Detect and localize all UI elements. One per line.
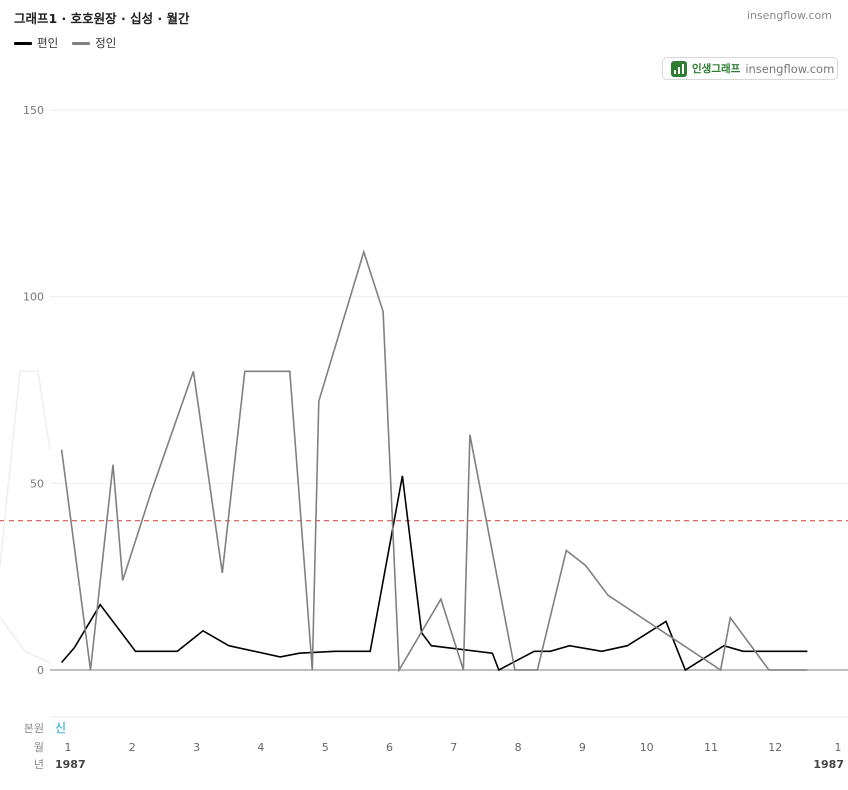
y-tick-label: 50 [30, 477, 44, 490]
axis-row-value-bonwon: 신 [55, 720, 66, 735]
x-tick-label: 1 [65, 741, 72, 754]
axis-row-label-bonwon: 본원 [24, 722, 44, 735]
x-tick-label: 11 [704, 741, 718, 754]
y-tick-label: 0 [37, 664, 44, 677]
previous-period-line [0, 617, 51, 664]
axis-row-label-year: 년 [34, 758, 44, 771]
series-line-1 [60, 475, 808, 672]
x-tick-label: 1 [835, 741, 842, 754]
line-chart: 050100150본원월년신1 2 3 4 5 6 7 8 9 10 11 12 11987 1987 [0, 104, 848, 771]
y-tick-label: 100 [23, 291, 44, 304]
x-tick-label: 9 [579, 741, 586, 754]
x-tick-label: 4 [257, 741, 264, 754]
axis-row-label-month: 월 [34, 741, 44, 754]
y-tick-label: 150 [23, 104, 44, 117]
x-tick-label: 12 [768, 741, 782, 754]
x-tick-label: 2 [129, 741, 136, 754]
series-line-2 [60, 249, 808, 673]
x-year-label-start: 1987 [55, 758, 86, 771]
x-tick-label: 3 [193, 741, 200, 754]
x-tick-label: 10 [640, 741, 654, 754]
x-tick-label: 5 [322, 741, 329, 754]
x-tick-label: 7 [450, 741, 457, 754]
x-tick-label: 8 [515, 741, 522, 754]
x-year-label-end: 1987 [813, 758, 844, 771]
previous-period-line [0, 370, 51, 566]
x-tick-label: 6 [386, 741, 393, 754]
